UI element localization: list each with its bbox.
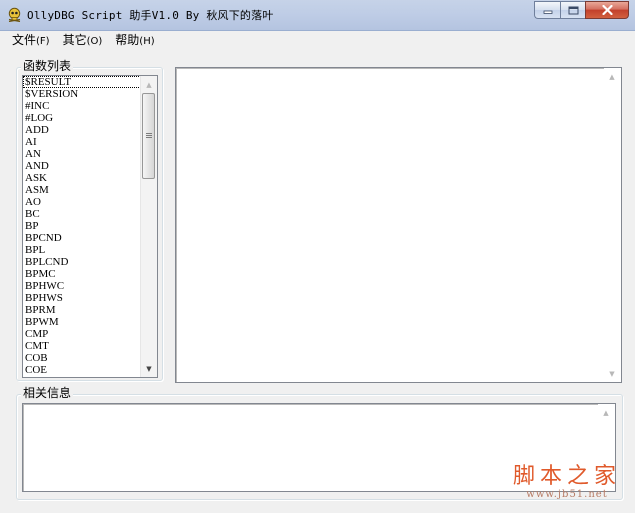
function-list-item[interactable]: BPRM xyxy=(23,304,141,316)
function-list-item[interactable]: BPWM xyxy=(23,316,141,328)
function-list-item[interactable]: BPHWC xyxy=(23,280,141,292)
minimize-icon xyxy=(543,10,552,14)
function-list-item[interactable]: #LOG xyxy=(23,112,141,124)
script-editor[interactable]: ▲ ▼ xyxy=(175,67,622,383)
function-list-item[interactable]: #INC xyxy=(23,100,141,112)
function-list-item[interactable]: AO xyxy=(23,196,141,208)
menu-other[interactable]: 其它(O) xyxy=(57,31,109,50)
watermark-text: 脚本之家 xyxy=(512,464,621,489)
close-icon xyxy=(601,5,613,15)
maximize-button[interactable] xyxy=(560,1,585,19)
function-list-item[interactable]: BPLCND xyxy=(23,256,141,268)
menu-file-accelerator: (F) xyxy=(36,36,50,47)
title-bar[interactable]: OllyDBG Script 助手V1.0 By 秋风下的落叶 xyxy=(0,0,635,31)
function-list-item[interactable]: BPL xyxy=(23,244,141,256)
menu-help-label: 帮助 xyxy=(115,33,140,47)
function-list-item[interactable]: ASK xyxy=(23,172,141,184)
function-list-scrollbar[interactable]: ▲ ▼ xyxy=(140,76,157,377)
scroll-grip-icon xyxy=(145,133,152,139)
function-list-item[interactable]: ASM xyxy=(23,184,141,196)
script-editor-scrollbar[interactable]: ▲ ▼ xyxy=(604,68,621,382)
function-list-item[interactable]: BPHWS xyxy=(23,292,141,304)
function-list-item[interactable]: CMT xyxy=(23,340,141,352)
close-button[interactable] xyxy=(585,1,629,19)
scroll-down-arrow-icon[interactable]: ▼ xyxy=(141,360,157,377)
function-list-item[interactable]: $RESULT xyxy=(23,76,141,88)
function-list-item[interactable]: AND xyxy=(23,160,141,172)
function-list-item[interactable]: CMP xyxy=(23,328,141,340)
function-list-item[interactable]: AI xyxy=(23,136,141,148)
function-list-item[interactable]: AN xyxy=(23,148,141,160)
menu-help-accelerator: (H) xyxy=(139,36,155,47)
function-list-item[interactable]: BP xyxy=(23,220,141,232)
skull-app-icon xyxy=(8,7,21,22)
function-list-item[interactable]: BPMC xyxy=(23,268,141,280)
function-list-item[interactable]: COE xyxy=(23,364,141,376)
function-list-item[interactable]: BPCND xyxy=(23,232,141,244)
minimize-button[interactable] xyxy=(534,1,560,19)
function-listbox[interactable]: $RESULT $VERSION #INC #LOG ADD AI AN AND ASK ASM A… xyxy=(22,75,158,378)
scroll-up-arrow-icon[interactable]: ▲ xyxy=(604,68,620,85)
menu-help[interactable]: 帮助(H) xyxy=(109,31,160,50)
scroll-thumb[interactable] xyxy=(142,93,155,179)
scroll-down-arrow-icon[interactable]: ▼ xyxy=(604,365,620,382)
function-list-group-label: 函数列表 xyxy=(21,59,74,73)
related-info-group-label: 相关信息 xyxy=(21,386,74,400)
window-title: OllyDBG Script 助手V1.0 By 秋风下的落叶 xyxy=(27,9,274,22)
menu-file[interactable]: 文件(F) xyxy=(6,31,56,50)
function-list-item[interactable]: ADD xyxy=(23,124,141,136)
function-list-item[interactable]: BC xyxy=(23,208,141,220)
watermark-url: www.jb51.net xyxy=(526,489,608,500)
site-watermark: 脚本之家 www.jb51.net xyxy=(513,465,621,501)
function-list-item[interactable]: COB xyxy=(23,352,141,364)
scroll-up-arrow-icon[interactable]: ▲ xyxy=(598,404,614,421)
menu-other-label: 其它 xyxy=(62,33,87,47)
window-controls xyxy=(534,1,629,19)
menu-bar: 文件(F) 其它(O) 帮助(H) xyxy=(0,31,635,50)
menu-file-label: 文件 xyxy=(12,33,37,47)
function-list-item[interactable]: $VERSION xyxy=(23,88,141,100)
scroll-up-arrow-icon[interactable]: ▲ xyxy=(141,76,157,93)
maximize-icon xyxy=(568,6,578,14)
menu-other-accelerator: (O) xyxy=(86,36,103,47)
function-list-items: $RESULT $VERSION #INC #LOG ADD AI AN AND ASK ASM A… xyxy=(23,76,141,376)
